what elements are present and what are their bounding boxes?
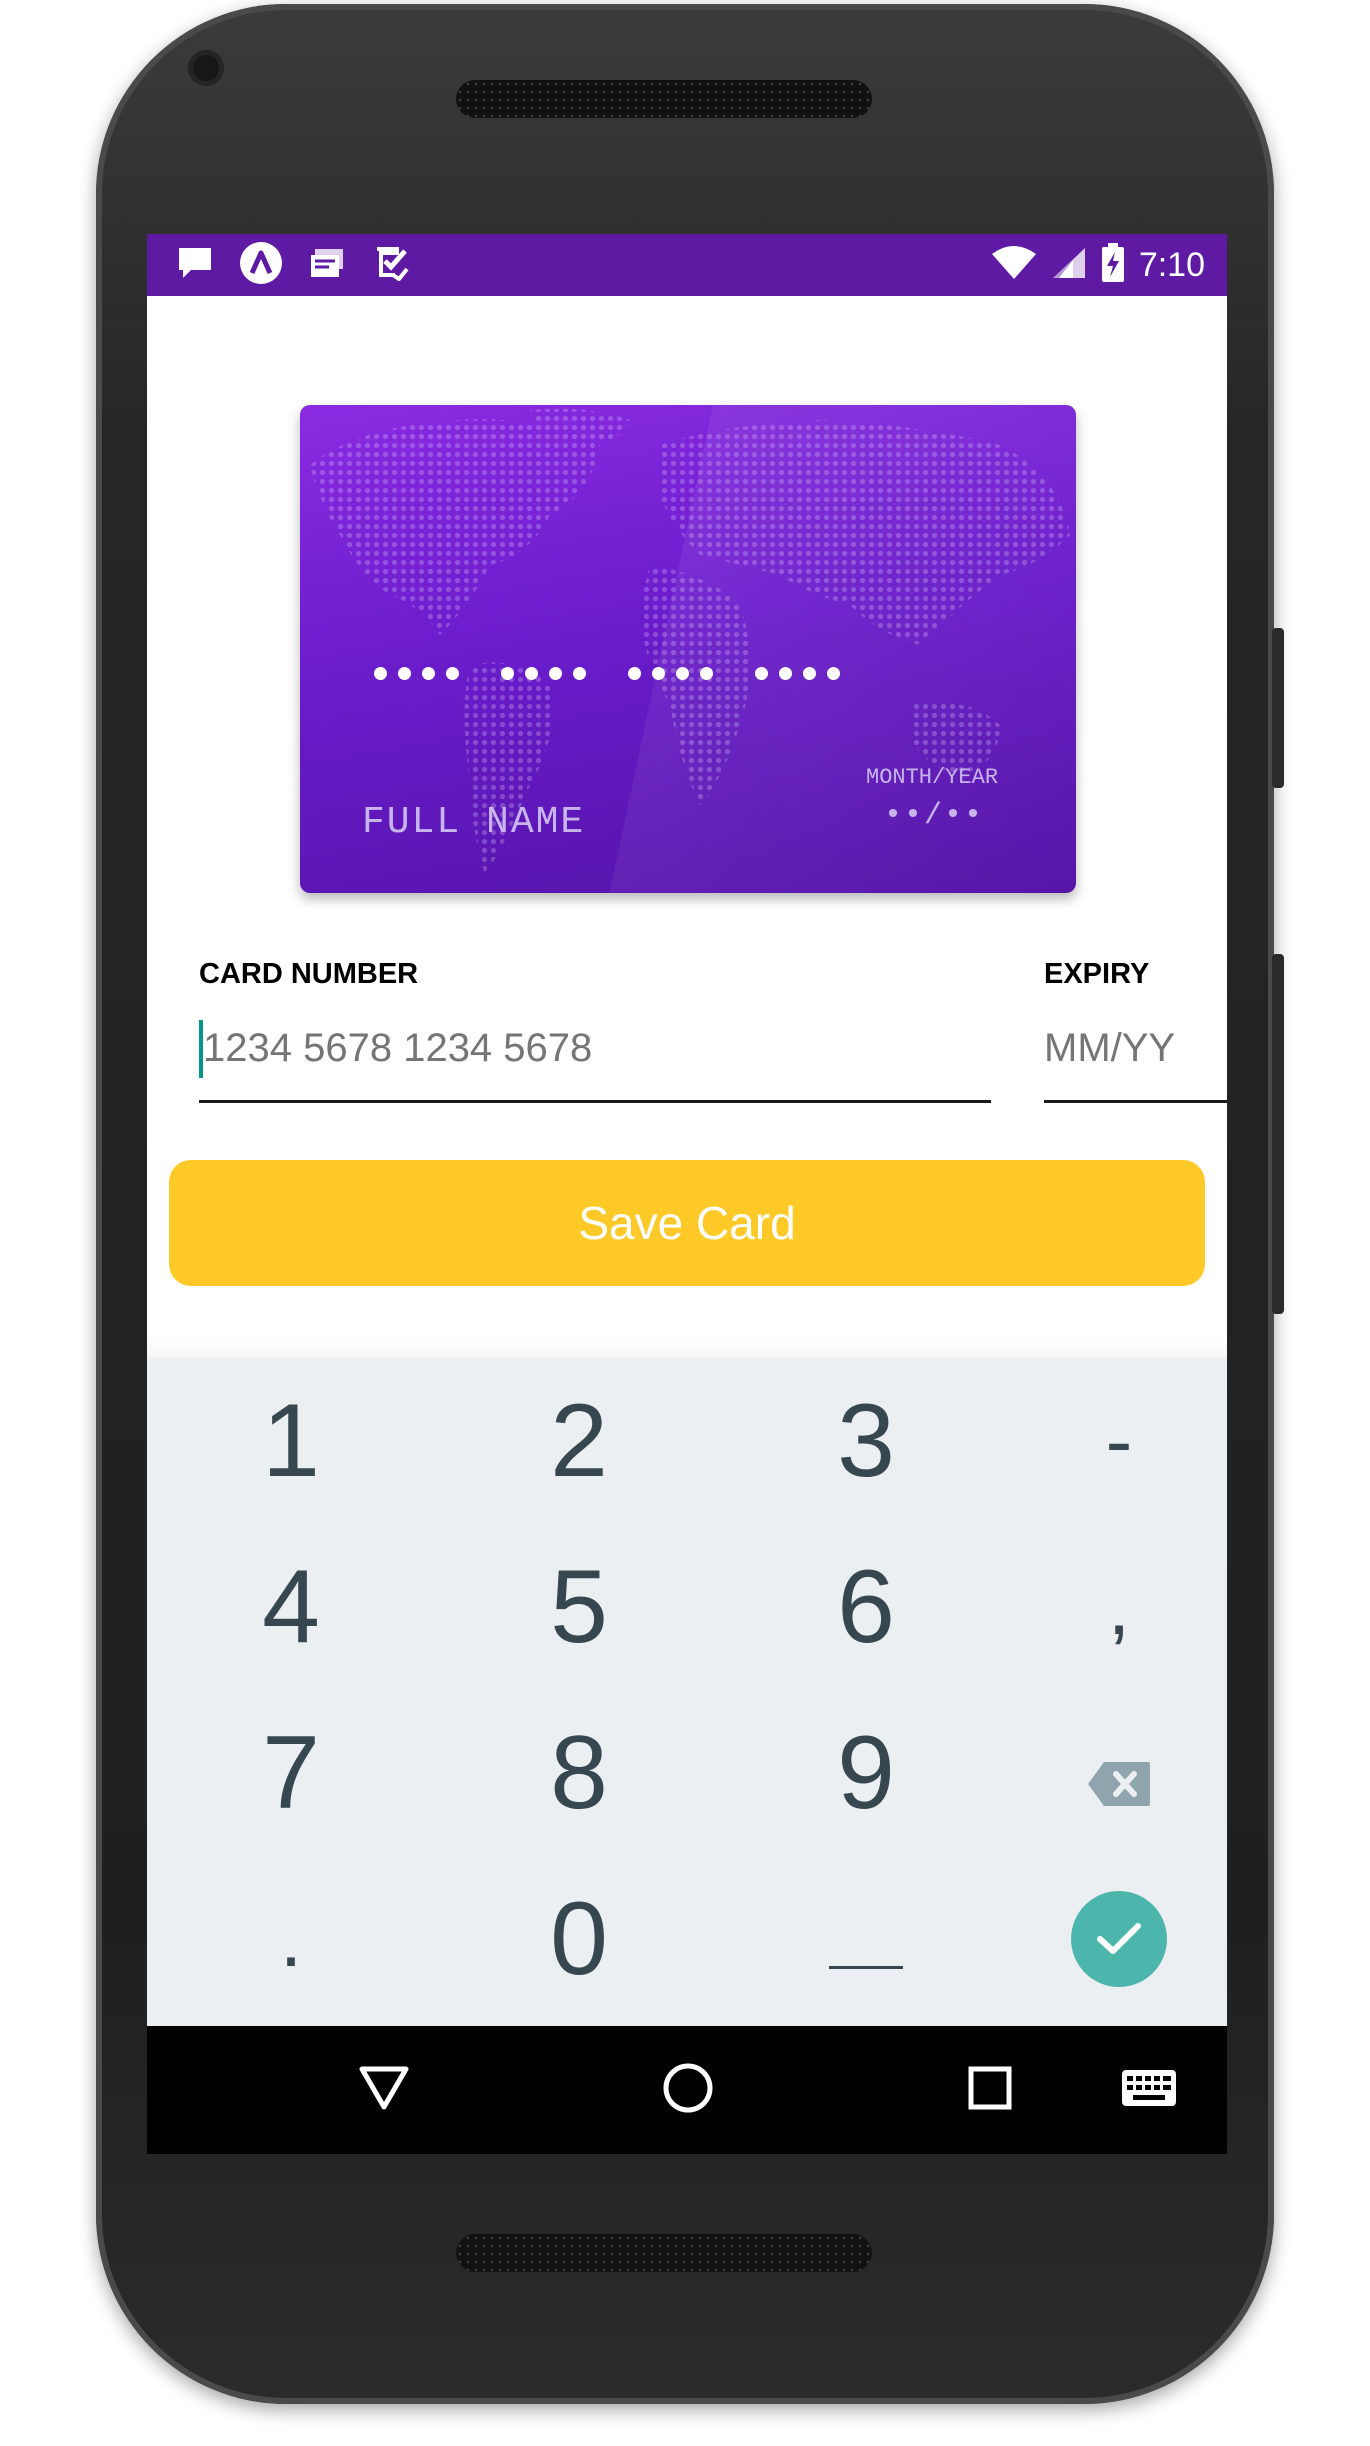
inbox-icon	[309, 247, 347, 284]
home-button[interactable]	[628, 2026, 748, 2154]
status-bar: 7:10	[147, 234, 1227, 296]
save-card-button[interactable]: Save Card	[169, 1160, 1205, 1286]
key-4[interactable]: 4	[156, 1524, 426, 1690]
key-0[interactable]: 0	[444, 1856, 714, 2022]
expiry-input[interactable]	[1044, 1018, 1227, 1078]
keyboard-switch-button[interactable]	[1089, 2026, 1209, 2154]
keyboard-switch-icon	[1121, 2069, 1177, 2112]
numeric-keyboard: 1 2 3 - 4 5 6 , 7 8 9 . 0	[147, 1358, 1227, 2026]
cell-signal-icon	[1051, 246, 1087, 285]
keyboard-shadow	[147, 1338, 1227, 1358]
task-check-icon	[373, 245, 411, 286]
card-holder-name: FULL NAME	[362, 801, 586, 844]
space-key[interactable]	[731, 1856, 1001, 2022]
card-number-placeholder	[374, 667, 840, 680]
power-button	[1272, 628, 1284, 788]
key-2[interactable]: 2	[444, 1358, 714, 1524]
back-icon	[358, 2065, 410, 2116]
card-digit-group	[501, 667, 586, 680]
home-icon	[662, 2062, 714, 2119]
key-8[interactable]: 8	[444, 1690, 714, 1856]
card-digit-group	[374, 667, 459, 680]
card-number-underline	[199, 1100, 991, 1103]
card-digit-group	[755, 667, 840, 680]
status-time: 7:10	[1138, 245, 1205, 284]
wifi-icon	[991, 245, 1037, 285]
card-number-input[interactable]	[203, 1018, 973, 1078]
phone-screen: 7:10 FULL NAME MONTH/YEAR ••/•• CARD NUM…	[147, 234, 1227, 2154]
text-cursor	[199, 1020, 203, 1078]
done-key[interactable]	[984, 1856, 1227, 2022]
space-bar-icon	[829, 1965, 903, 1969]
recents-icon	[968, 2066, 1012, 2115]
key-minus[interactable]: -	[984, 1358, 1227, 1524]
key-period[interactable]: .	[156, 1856, 426, 2022]
key-3[interactable]: 3	[731, 1358, 1001, 1524]
message-icon	[177, 246, 213, 285]
done-check-icon	[1071, 1891, 1167, 1987]
battery-charging-icon	[1101, 242, 1125, 288]
card-expiry-label: MONTH/YEAR	[866, 765, 999, 790]
card-number-label: CARD NUMBER	[199, 958, 419, 990]
volume-button	[1272, 954, 1284, 1314]
bottom-speaker	[456, 2234, 872, 2272]
key-9[interactable]: 9	[731, 1690, 1001, 1856]
navigation-bar	[147, 2026, 1227, 2154]
card-digit-group	[628, 667, 713, 680]
backspace-icon	[1086, 1714, 1152, 1833]
expiry-underline	[1044, 1100, 1227, 1103]
app-a-icon	[239, 241, 283, 290]
front-camera	[188, 50, 224, 86]
card-expiry-value: ••/••	[884, 799, 985, 833]
key-5[interactable]: 5	[444, 1524, 714, 1690]
key-1[interactable]: 1	[156, 1358, 426, 1524]
key-comma[interactable]: ,	[984, 1524, 1227, 1690]
key-6[interactable]: 6	[731, 1524, 1001, 1690]
credit-card-preview: FULL NAME MONTH/YEAR ••/••	[300, 405, 1076, 893]
key-7[interactable]: 7	[156, 1690, 426, 1856]
backspace-key[interactable]	[984, 1690, 1227, 1856]
expiry-label: EXPIRY	[1044, 958, 1150, 990]
top-speaker	[456, 80, 872, 118]
recents-button[interactable]	[930, 2026, 1050, 2154]
back-button[interactable]	[324, 2026, 444, 2154]
